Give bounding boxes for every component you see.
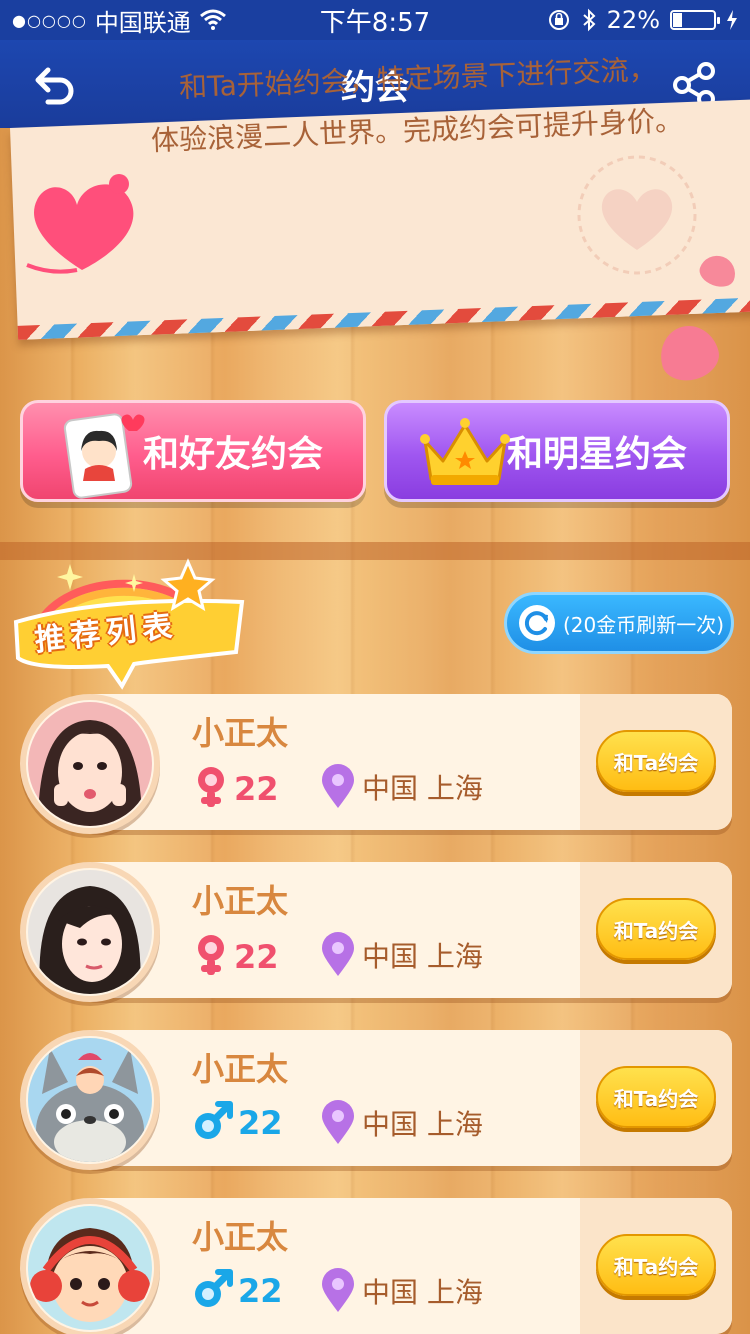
date-with-friend-button[interactable]: 和好友约会 xyxy=(20,400,366,502)
list-item: 小正太 22 中国 上海 和Ta约会 xyxy=(20,862,732,1002)
male-gender-icon-wrap xyxy=(192,1100,234,1146)
list-item: 小正太 22 中国 上海 和Ta约会 xyxy=(20,694,732,834)
list-item: 小正太 22 中国 上海 和Ta约会 xyxy=(20,1198,732,1334)
female-gender-icon xyxy=(198,935,224,975)
date-with-ta-button[interactable]: 和Ta约会 xyxy=(596,730,716,792)
wifi-icon xyxy=(199,9,226,30)
avatar-frame[interactable] xyxy=(20,1198,160,1334)
refresh-icon xyxy=(519,605,555,641)
date-with-star-button[interactable]: 和明星约会 xyxy=(384,400,730,502)
avatar xyxy=(28,870,152,994)
male-gender-icon xyxy=(195,1101,233,1139)
avatar-frame[interactable] xyxy=(20,1030,160,1170)
user-age: 22 xyxy=(238,1272,283,1310)
location-row: 中国 上海 xyxy=(320,1268,483,1314)
carrier-label: 中国联通 xyxy=(94,8,191,37)
location-row: 中国 上海 xyxy=(320,764,483,810)
user-name: 小正太 xyxy=(192,882,289,920)
date-with-ta-button[interactable]: 和Ta约会 xyxy=(596,1234,716,1296)
female-gender-icon-wrap xyxy=(192,932,230,982)
bluetooth-icon xyxy=(582,8,596,32)
date-with-ta-button[interactable]: 和Ta约会 xyxy=(596,898,716,960)
battery-fill xyxy=(673,13,682,27)
refresh-button[interactable]: (20金币刷新一次) xyxy=(504,592,734,654)
date-with-ta-button[interactable]: 和Ta约会 xyxy=(596,1066,716,1128)
refresh-label: (20金币刷新一次) xyxy=(563,612,725,637)
back-arrow-icon[interactable] xyxy=(30,60,80,110)
avatar xyxy=(28,702,152,826)
female-gender-icon xyxy=(198,767,224,807)
location-row: 中国 上海 xyxy=(320,1100,483,1146)
user-name: 小正太 xyxy=(192,1050,289,1088)
stamp-heart-icon xyxy=(577,155,697,275)
avatar xyxy=(28,1206,152,1330)
age-row: 22 xyxy=(192,1268,283,1314)
heart-icon xyxy=(26,174,134,274)
age-row: 22 xyxy=(192,1100,283,1146)
phone-avatar-icon xyxy=(63,413,145,499)
battery-percent: 22% xyxy=(606,6,660,34)
battery-icon xyxy=(670,10,720,30)
location-row: 中国 上海 xyxy=(320,932,483,978)
crown-icon xyxy=(420,418,510,485)
location-pin-icon xyxy=(322,1268,354,1312)
list-item: 小正太 22 中国 上海 和Ta约会 xyxy=(20,1030,732,1170)
female-gender-icon-wrap xyxy=(192,764,230,814)
friend-date-label: 和好友约会 xyxy=(142,434,323,475)
user-location: 中国 上海 xyxy=(362,1108,483,1141)
signal-dots: ●○○○○ xyxy=(12,10,87,30)
user-location: 中国 上海 xyxy=(362,1276,483,1309)
location-pin-icon xyxy=(322,1100,354,1144)
male-gender-icon xyxy=(195,1269,233,1307)
user-age: 22 xyxy=(234,770,279,808)
male-gender-icon-wrap xyxy=(192,1268,234,1314)
age-row: 22 xyxy=(192,932,279,982)
orientation-lock-icon xyxy=(548,10,569,30)
user-name: 小正太 xyxy=(192,714,289,752)
user-age: 22 xyxy=(238,1104,283,1142)
location-pin-icon xyxy=(322,932,354,976)
charging-icon xyxy=(727,10,737,30)
avatar xyxy=(28,1038,152,1162)
star-date-label: 和明星约会 xyxy=(506,434,687,475)
avatar-frame[interactable] xyxy=(20,862,160,1002)
user-location: 中国 上海 xyxy=(362,772,483,805)
age-row: 22 xyxy=(192,764,279,814)
user-age: 22 xyxy=(234,938,279,976)
user-name: 小正太 xyxy=(192,1218,289,1256)
avatar-frame[interactable] xyxy=(20,694,160,834)
user-location: 中国 上海 xyxy=(362,940,483,973)
location-pin-icon xyxy=(322,764,354,808)
status-bar: ●○○○○ 中国联通 下午8:57 22% xyxy=(0,0,750,40)
